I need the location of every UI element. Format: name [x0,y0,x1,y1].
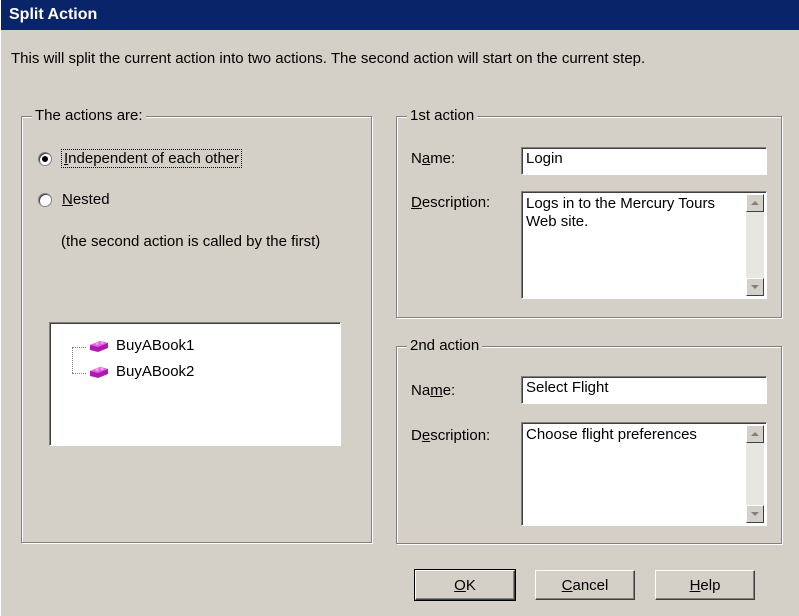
nested-hint: (the second action is called by the firs… [61,233,321,250]
first-description-label: Description: [411,194,491,211]
first-description-scrollbar[interactable] [746,194,764,296]
second-description-scrollbar[interactable] [746,425,764,523]
scroll-up-button[interactable] [746,194,764,212]
title-bar: Split Action [1,0,799,30]
cancel-button[interactable]: Cancel [535,570,635,600]
tree-connector [72,347,73,373]
first-description-input[interactable]: Logs in to the Mercury Tours Web site. [521,191,767,299]
second-description-label: Description: [411,427,491,444]
first-action-group: 1st action Name: Login Description: Logs… [396,107,782,318]
tree-connector [72,373,86,374]
tree-item-label: BuyABook2 [116,363,195,380]
nested-radio[interactable] [38,192,52,207]
actions-relationship-group: The actions are: Independent of each oth… [21,107,372,543]
scroll-up-button[interactable] [746,425,764,443]
independent-label-rest: ndependent of each other [68,150,240,167]
first-action-legend: 1st action [407,107,478,125]
nested-label[interactable]: Nested [62,191,110,208]
help-button[interactable]: Help [655,570,755,600]
arrow-down-icon [751,512,759,516]
scroll-down-button[interactable] [746,278,764,296]
second-name-label: Name: [411,382,456,399]
independent-radio[interactable] [38,151,52,166]
action-block-icon [90,366,108,378]
second-action-legend: 2nd action [407,337,483,355]
tree-item[interactable]: BuyABook1 [88,337,194,354]
scroll-down-button[interactable] [746,505,764,523]
first-description-text: Logs in to the Mercury Tours Web site. [526,195,715,230]
action-block-icon [90,340,108,352]
second-description-input[interactable]: Choose flight preferences [521,422,767,526]
independent-option[interactable]: Independent of each other [38,149,243,168]
actions-tree[interactable]: BuyABook1 BuyABook2 [49,322,341,446]
split-action-dialog: Split Action This will split the current… [0,0,799,616]
arrow-down-icon [751,285,759,289]
first-name-input[interactable]: Login [521,147,767,175]
radio-selected-dot [42,155,48,162]
tree-item-label: BuyABook1 [116,337,195,354]
second-action-group: 2nd action Name: Select Flight Descripti… [396,337,782,544]
nested-option[interactable]: Nested [38,191,110,208]
tree-item[interactable]: BuyABook2 [88,363,194,380]
second-name-input[interactable]: Select Flight [521,376,767,404]
ok-button[interactable]: OK [414,569,516,601]
tree-connector [72,347,86,348]
intro-text: This will split the current action into … [11,50,646,67]
second-description-text: Choose flight preferences [526,426,697,443]
first-name-label: Name: [411,150,456,167]
actions-group-legend: The actions are: [32,107,146,125]
independent-label[interactable]: Independent of each other [60,149,243,168]
arrow-up-icon [751,201,759,205]
arrow-up-icon [751,432,759,436]
